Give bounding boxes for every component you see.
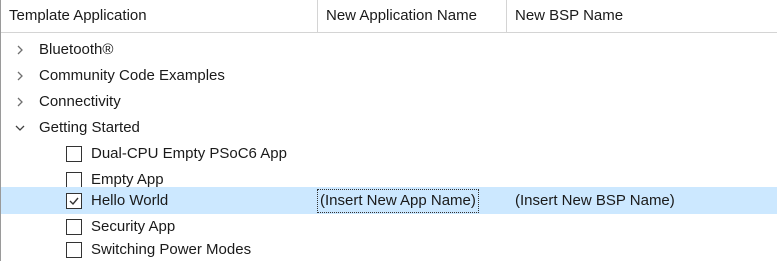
checkbox-unchecked-icon[interactable]	[66, 219, 82, 235]
new-app-name-cell[interactable]: (Insert New App Name)	[317, 189, 479, 213]
chevron-right-icon[interactable]	[13, 89, 27, 115]
tree-row-hello-world[interactable]: Hello World (Insert New App Name) (Inser…	[1, 187, 777, 214]
checkbox-checked-icon[interactable]	[66, 193, 82, 209]
chevron-right-icon[interactable]	[13, 37, 27, 63]
template-tree: Template Application New Application Nam…	[0, 0, 777, 261]
tree-row-switching-power-modes[interactable]: Switching Power Modes	[1, 238, 777, 261]
column-header: Template Application New Application Nam…	[1, 0, 777, 33]
category-label: Bluetooth®	[39, 41, 114, 58]
category-label: Getting Started	[39, 119, 140, 136]
column-header-new-bsp-name[interactable]: New BSP Name	[507, 0, 777, 32]
tree-row-community-code-examples[interactable]: Community Code Examples	[1, 63, 777, 89]
checkbox-unchecked-icon[interactable]	[66, 146, 82, 162]
app-label: Dual-CPU Empty PSoC6 App	[91, 145, 287, 162]
app-label: Switching Power Modes	[91, 241, 252, 258]
category-label: Connectivity	[39, 93, 121, 110]
column-header-new-application-name[interactable]: New Application Name	[318, 0, 507, 32]
chevron-down-icon[interactable]	[13, 115, 27, 141]
chevron-right-icon[interactable]	[13, 63, 27, 89]
column-header-template-application[interactable]: Template Application	[1, 0, 318, 32]
tree-row-security-app[interactable]: Security App	[1, 214, 777, 240]
tree-row-bluetooth[interactable]: Bluetooth®	[1, 37, 777, 63]
checkbox-unchecked-icon[interactable]	[66, 172, 82, 188]
app-label: Hello World	[91, 192, 169, 209]
checkbox-unchecked-icon[interactable]	[66, 242, 82, 258]
tree-row-connectivity[interactable]: Connectivity	[1, 89, 777, 115]
tree-row-getting-started[interactable]: Getting Started	[1, 115, 777, 141]
app-label: Security App	[91, 218, 176, 235]
new-bsp-name-cell[interactable]: (Insert New BSP Name)	[515, 187, 675, 213]
tree-row-dual-cpu-empty-psoc6-app[interactable]: Dual-CPU Empty PSoC6 App	[1, 141, 777, 167]
category-label: Community Code Examples	[39, 67, 225, 84]
